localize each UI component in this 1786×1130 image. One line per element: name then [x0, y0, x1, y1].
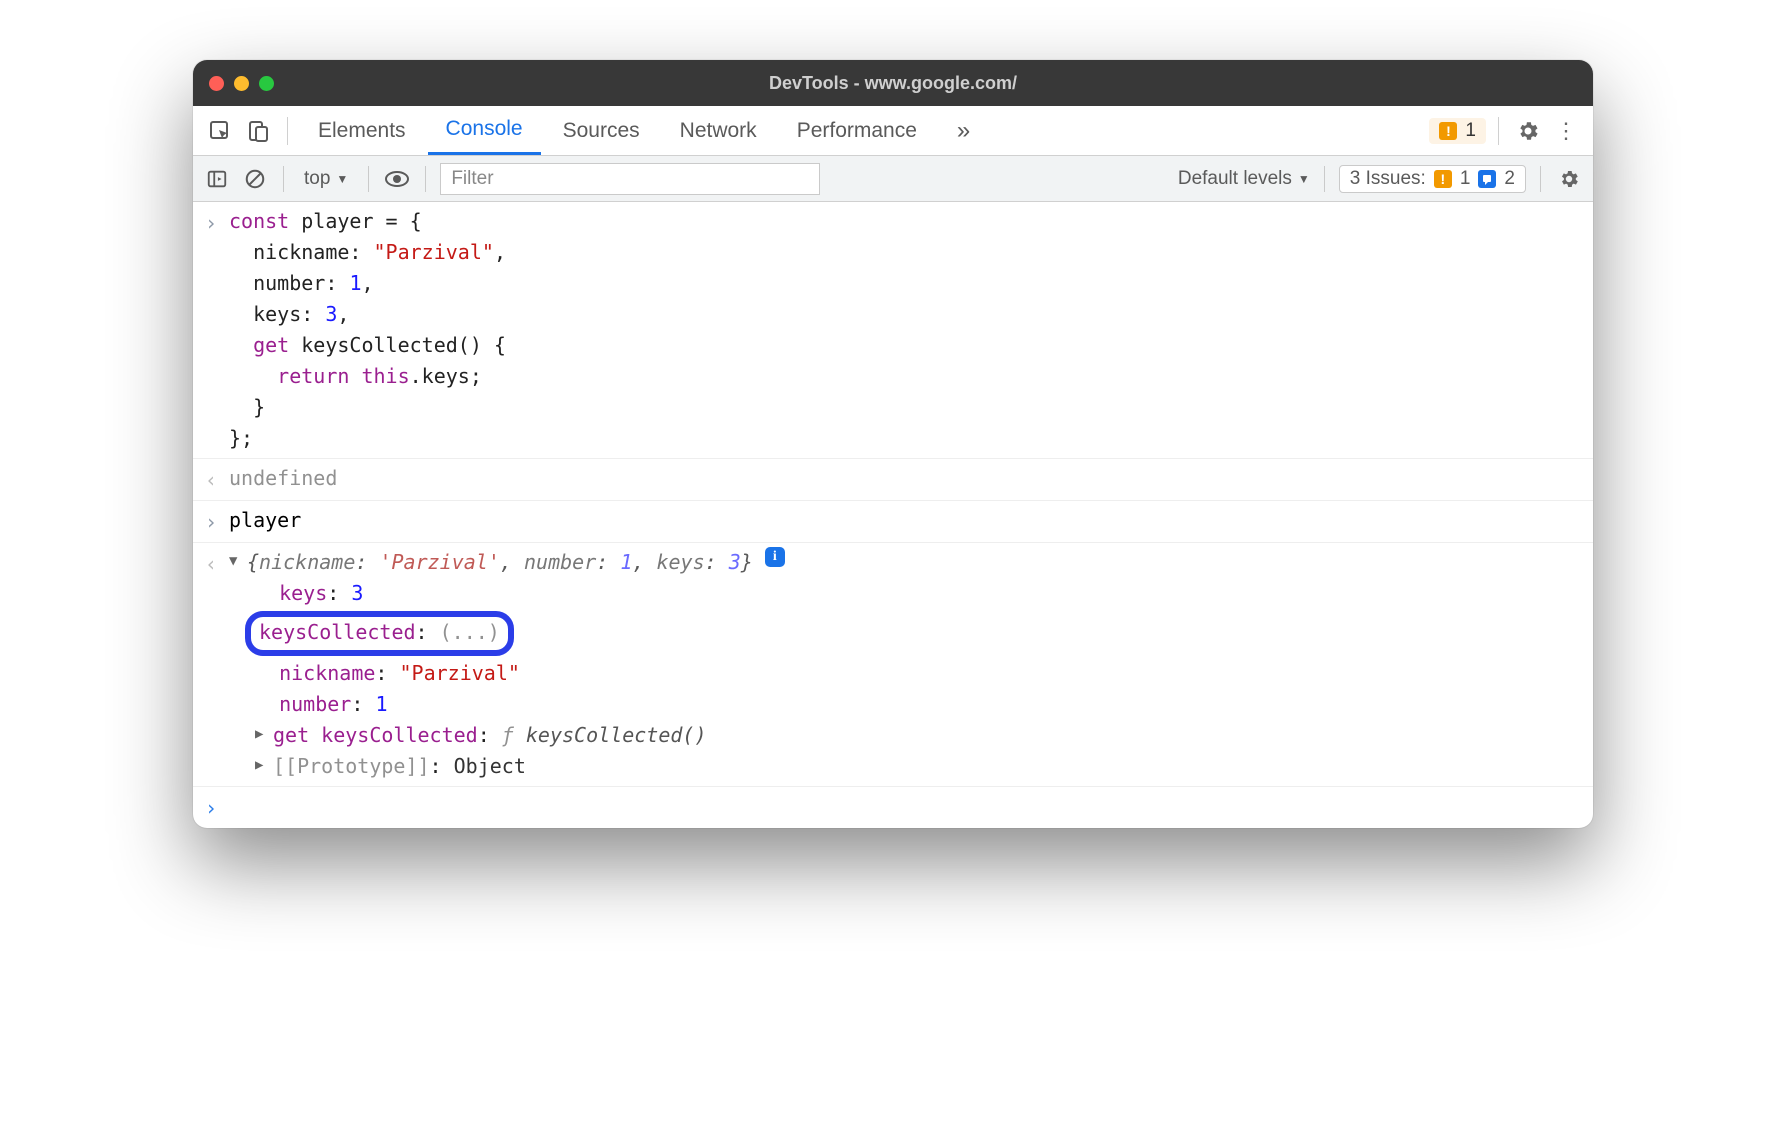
tab-sources[interactable]: Sources: [545, 106, 658, 155]
console-output-row: ‹ {nickname: 'Parzival', number: 1, keys…: [193, 543, 1593, 786]
object-summary: {nickname: 'Parzival', number: 1, keys: …: [247, 547, 753, 578]
issues-warn-count: 1: [1460, 168, 1471, 190]
tree-row-keys[interactable]: keys: 3: [255, 578, 1581, 609]
info-icon: [1478, 170, 1496, 188]
tabs-bar: Elements Console Sources Network Perform…: [193, 106, 1593, 156]
input-chevron-icon: ›: [193, 206, 229, 454]
tree-row-number[interactable]: number: 1: [255, 689, 1581, 720]
issues-label: 3 Issues:: [1350, 168, 1426, 190]
close-window-button[interactable]: [209, 76, 224, 91]
clear-console-icon[interactable]: [241, 168, 269, 190]
tree-row-prototype[interactable]: [[Prototype]]: Object: [255, 751, 1581, 782]
tree-row-nickname[interactable]: nickname: "Parzival": [255, 658, 1581, 689]
disclosure-triangle-icon[interactable]: [229, 547, 247, 573]
info-icon[interactable]: i: [765, 547, 785, 567]
input-chevron-icon: ›: [193, 505, 229, 538]
warnings-count: 1: [1465, 120, 1476, 142]
more-options-icon[interactable]: ⋮: [1549, 118, 1583, 144]
disclosure-triangle-icon[interactable]: [255, 751, 273, 777]
window-title: DevTools - www.google.com/: [193, 73, 1593, 94]
devtools-window: DevTools - www.google.com/ Elements Cons…: [193, 60, 1593, 828]
object-tree: keys: 3 keysCollected: (...) nickname: "…: [229, 578, 1581, 782]
prompt-chevron-icon: ›: [193, 791, 229, 824]
console-input-row[interactable]: › const player = { nickname: "Parzival",…: [193, 202, 1593, 459]
tabs-overflow-button[interactable]: »: [939, 106, 988, 155]
output-chevron-icon: ‹: [193, 463, 229, 496]
highlight-ring: keysCollected: (...): [245, 611, 514, 656]
inspect-element-icon[interactable]: [203, 119, 237, 143]
warning-icon: !: [1439, 122, 1457, 140]
issues-info-count: 2: [1504, 168, 1515, 190]
chevron-down-icon: ▼: [1298, 172, 1310, 186]
settings-icon[interactable]: [1511, 119, 1545, 143]
console-output-row: ‹ undefined: [193, 459, 1593, 501]
maximize-window-button[interactable]: [259, 76, 274, 91]
context-selector[interactable]: top ▼: [298, 168, 354, 190]
tab-elements[interactable]: Elements: [300, 106, 424, 155]
result-undefined: undefined: [229, 463, 1593, 496]
issues-button[interactable]: 3 Issues: ! 1 2: [1339, 165, 1526, 193]
traffic-lights: [209, 76, 274, 91]
warnings-badge[interactable]: ! 1: [1429, 118, 1486, 144]
live-expression-icon[interactable]: [383, 171, 411, 187]
log-levels-selector[interactable]: Default levels ▼: [1178, 168, 1310, 190]
tab-console[interactable]: Console: [428, 106, 541, 155]
expr-input: player: [229, 505, 1593, 538]
console-body: › const player = { nickname: "Parzival",…: [193, 202, 1593, 828]
chevron-down-icon: ▼: [336, 172, 348, 186]
object-summary-row[interactable]: {nickname: 'Parzival', number: 1, keys: …: [229, 547, 1581, 578]
minimize-window-button[interactable]: [234, 76, 249, 91]
console-input-row[interactable]: › player: [193, 501, 1593, 543]
warning-icon: !: [1434, 170, 1452, 188]
output-chevron-icon: ‹: [193, 547, 229, 782]
levels-label: Default levels: [1178, 168, 1292, 190]
tree-row-getter[interactable]: get keysCollected: ƒ keysCollected(): [255, 720, 1581, 751]
device-toolbar-icon[interactable]: [241, 119, 275, 143]
titlebar: DevTools - www.google.com/: [193, 60, 1593, 106]
tab-performance[interactable]: Performance: [779, 106, 935, 155]
filter-input[interactable]: Filter: [440, 163, 820, 195]
console-toolbar: top ▼ Filter Default levels ▼ 3 Issues: …: [193, 156, 1593, 202]
console-prompt[interactable]: ›: [193, 786, 1593, 828]
code-input: const player = { nickname: "Parzival", n…: [229, 206, 1581, 454]
toggle-sidebar-icon[interactable]: [203, 168, 231, 190]
console-settings-icon[interactable]: [1555, 168, 1583, 190]
filter-placeholder: Filter: [451, 168, 493, 190]
disclosure-triangle-icon[interactable]: [255, 720, 273, 746]
context-label: top: [304, 168, 330, 190]
tree-row-keyscollected[interactable]: keysCollected: (...): [255, 611, 1581, 656]
tab-network[interactable]: Network: [662, 106, 775, 155]
